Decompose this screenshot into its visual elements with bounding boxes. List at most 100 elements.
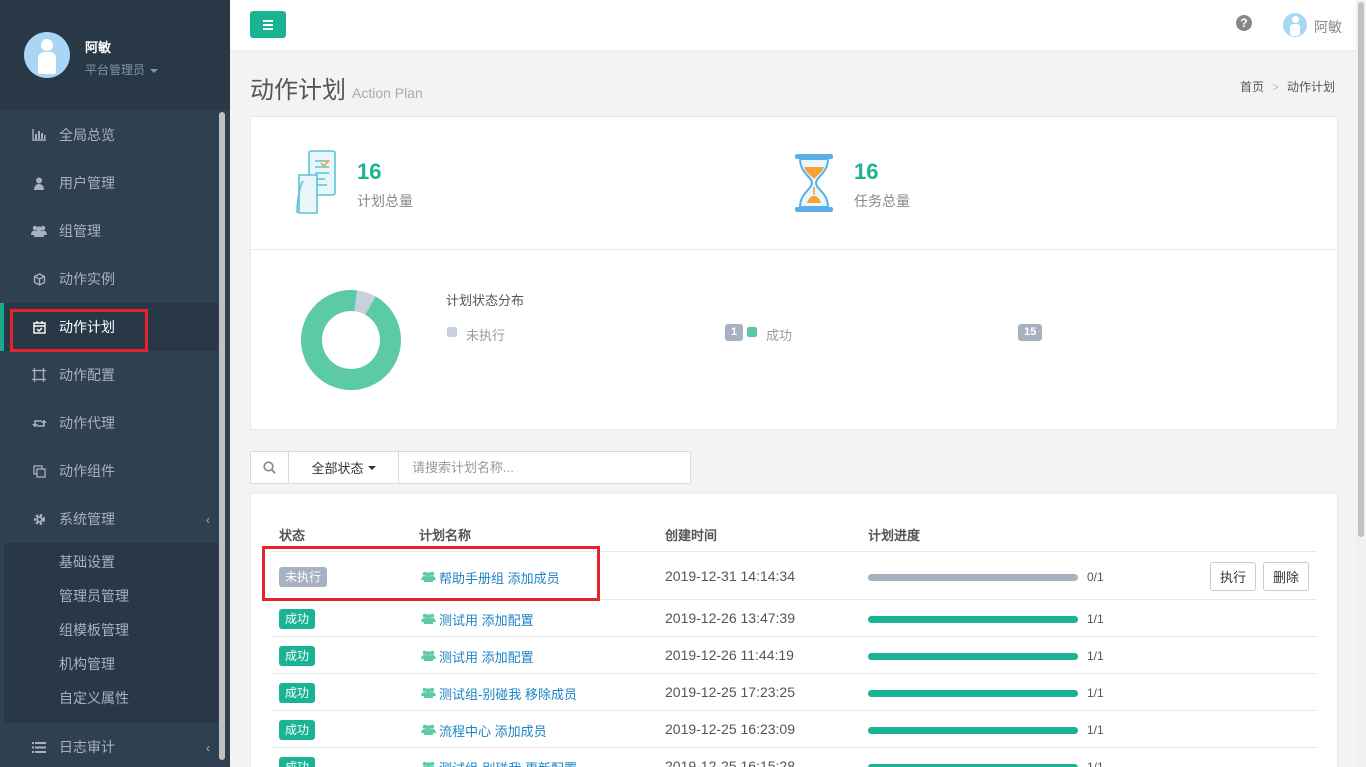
status-donut-chart [301, 290, 401, 390]
sidebar-subitem-organizations[interactable]: 机构管理 [59, 654, 115, 674]
cube-icon [31, 271, 47, 287]
plan-name-link[interactable]: 流程中心 添加成员 [421, 721, 547, 740]
progress-text: 1/1 [1087, 722, 1104, 737]
search-input[interactable] [400, 452, 690, 483]
table-row: 成功 流程中心 添加成员 2019-12-25 16:23:09 1/1 [271, 711, 1317, 748]
highlight-box [262, 546, 600, 601]
users-icon [421, 686, 439, 701]
status-badge: 成功 [279, 608, 316, 629]
sidebar-item-label: 日志审计 [59, 739, 115, 755]
sidebar-subitem-group-templates[interactable]: 组模板管理 [59, 620, 129, 640]
progress-bar [868, 689, 1078, 697]
sidebar-item-action-components[interactable]: 动作组件 [0, 447, 218, 495]
plan-name: 测试用 添加配置 [439, 649, 534, 665]
sidebar-item-label: 动作代理 [59, 415, 115, 431]
top-navbar: ? 阿敏 [230, 0, 1356, 51]
plan-name-link[interactable]: 测试用 添加配置 [421, 647, 534, 666]
profile-role-dropdown[interactable]: 平台管理员 [85, 61, 159, 78]
progress-text: 1/1 [1087, 685, 1104, 700]
sidebar-item-label: 动作实例 [59, 271, 115, 287]
column-header-progress: 计划进度 [868, 528, 921, 543]
status-badge: 成功 [279, 682, 316, 703]
legend-label-success: 成功 [766, 328, 793, 343]
highlight-box [10, 309, 148, 352]
sidebar-item-action-instances[interactable]: 动作实例 [0, 255, 218, 303]
progress-bar [868, 573, 1078, 581]
top-user-name[interactable]: 阿敏 [1314, 17, 1342, 37]
status-badge: 成功 [279, 756, 316, 767]
progress-bar-fill [868, 689, 1078, 697]
stats-panel: 16 计划总量 16 任务总量 [250, 116, 1338, 250]
delete-button[interactable]: 删除 [1263, 561, 1309, 591]
plan-name-link[interactable]: 测试用 添加配置 [421, 610, 534, 629]
plan-total-label: 计划总量 [357, 193, 413, 209]
task-total-value: 16 [854, 159, 879, 184]
progress-text: 0/1 [1087, 569, 1104, 584]
sidebar-item-groups[interactable]: 组管理 [0, 207, 218, 255]
plan-name: 测试组-别碰我 更新配置 [439, 758, 577, 767]
plan-name-link[interactable]: 测试组-别碰我 更新配置 [421, 758, 577, 767]
clone-icon [31, 463, 47, 479]
plan-total-value: 16 [357, 159, 382, 184]
breadcrumb-separator: > [1272, 80, 1280, 94]
progress-bar [868, 652, 1078, 660]
execute-button[interactable]: 执行 [1210, 561, 1256, 591]
legend-count-success: 15 [1018, 324, 1043, 341]
sidebar-subitem-admin-management[interactable]: 管理员管理 [59, 586, 129, 606]
hourglass-icon [795, 154, 833, 212]
column-header-created: 创建时间 [665, 528, 718, 543]
sidebar: 阿敏 平台管理员 全局总览 用户管理 组管理 动作实例 动作计划 动作配置 动作… [0, 0, 230, 767]
progress-bar-fill [868, 615, 1078, 623]
filter-bar: 全部状态 [250, 451, 691, 484]
profile-role: 平台管理员 [85, 63, 146, 77]
page-scrollbar-thumb[interactable] [1358, 2, 1364, 537]
distribution-panel: 计划状态分布 未执行 1 成功 15 [250, 249, 1338, 430]
caret-down-icon [367, 465, 376, 470]
breadcrumb-home[interactable]: 首页 [1240, 80, 1264, 94]
sidebar-item-action-agents[interactable]: 动作代理 [0, 399, 218, 447]
distribution-title: 计划状态分布 [446, 293, 525, 308]
avatar[interactable] [1283, 13, 1307, 37]
legend-swatch-pending [447, 327, 457, 337]
legend-swatch-success [747, 327, 757, 337]
avatar[interactable] [24, 32, 70, 78]
plan-name: 流程中心 添加成员 [439, 723, 547, 739]
menu-toggle-button[interactable] [250, 11, 286, 38]
sidebar-item-system[interactable]: 系统管理 ‹ [0, 495, 218, 543]
progress-bar [868, 726, 1078, 734]
status-badge: 成功 [279, 645, 316, 666]
crop-icon [31, 367, 47, 383]
clipboard-icon [296, 150, 336, 214]
sidebar-item-action-config[interactable]: 动作配置 [0, 351, 218, 399]
table-row: 成功 测试组-别碰我 更新配置 2019-12-25 16:15:28 1/1 [271, 748, 1317, 767]
search-icon[interactable] [251, 452, 289, 483]
progress-bar-fill [868, 652, 1078, 660]
progress-bar [868, 763, 1078, 767]
sidebar-item-audit-logs[interactable]: 日志审计 ‹ [0, 723, 218, 767]
sidebar-subitem-basic-settings[interactable]: 基础设置 [59, 552, 115, 572]
sidebar-item-overview[interactable]: 全局总览 [0, 111, 218, 159]
progress-bar [868, 615, 1078, 623]
chevron-left-icon: ‹ [206, 513, 210, 527]
question-circle-icon[interactable]: ? [1236, 15, 1252, 31]
sidebar-item-users[interactable]: 用户管理 [0, 159, 218, 207]
list-icon [31, 739, 47, 755]
sidebar-item-label: 动作组件 [59, 463, 115, 479]
users-icon [421, 649, 439, 664]
created-time: 2019-12-31 14:14:34 [665, 567, 795, 584]
profile-panel: 阿敏 平台管理员 [0, 0, 230, 110]
sidebar-item-label: 用户管理 [59, 175, 115, 191]
plan-name: 测试用 添加配置 [439, 612, 534, 628]
breadcrumb: 首页 > 动作计划 [1240, 78, 1335, 95]
created-time: 2019-12-25 17:23:25 [665, 683, 795, 700]
status-filter-dropdown[interactable]: 全部状态 [289, 452, 399, 483]
caret-down-icon [150, 68, 159, 73]
column-header-status: 状态 [279, 528, 306, 543]
sidebar-subitem-custom-attributes[interactable]: 自定义属性 [59, 688, 129, 708]
sidebar-item-label: 全局总览 [59, 127, 115, 143]
chevron-left-icon: ‹ [206, 741, 210, 755]
table-row: 成功 测试用 添加配置 2019-12-26 11:44:19 1/1 [271, 637, 1317, 674]
donut-slice-pending [353, 290, 376, 315]
plan-name-link[interactable]: 测试组-别碰我 移除成员 [421, 684, 577, 703]
sidebar-scrollbar-thumb[interactable] [219, 112, 225, 760]
